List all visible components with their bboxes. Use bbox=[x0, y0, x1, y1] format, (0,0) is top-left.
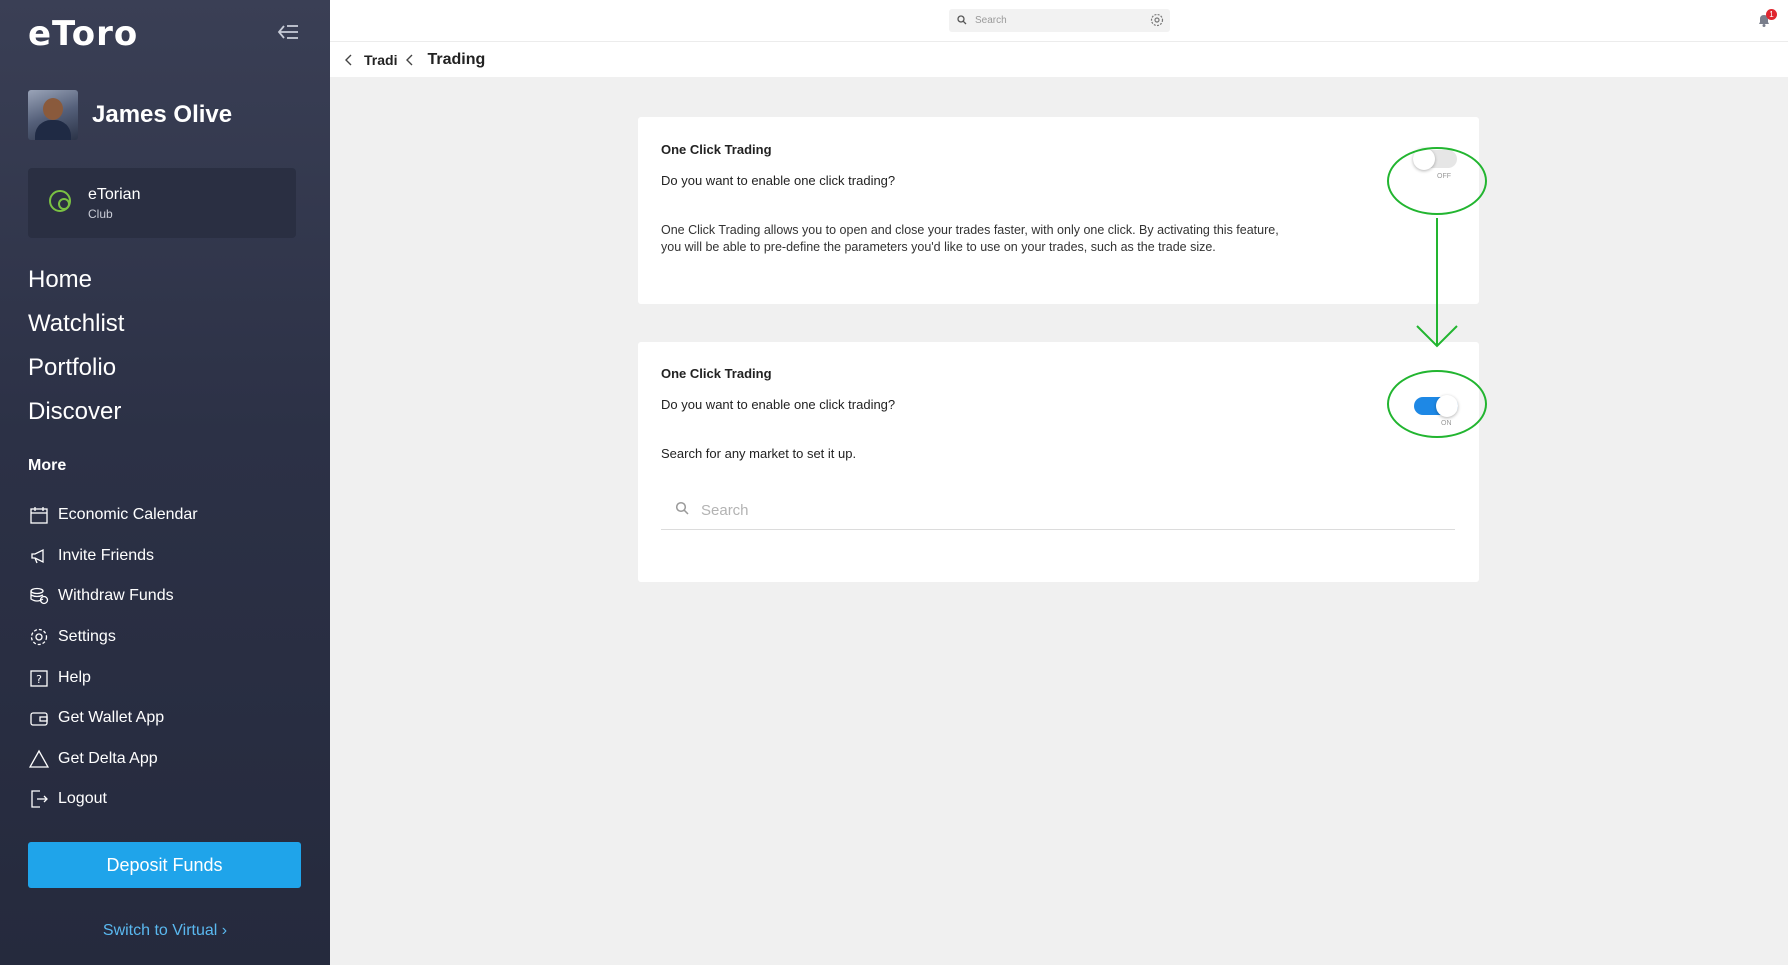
nav-item-portfolio[interactable]: Portfolio bbox=[28, 346, 124, 390]
sidebar-item-get-wallet-app[interactable]: Get Wallet App bbox=[28, 698, 198, 739]
sidebar-item-logout[interactable]: Logout bbox=[28, 779, 198, 820]
annotation-arrowhead-icon bbox=[1416, 325, 1458, 348]
svg-text:?: ? bbox=[36, 673, 42, 686]
notification-badge: 1 bbox=[1766, 9, 1777, 20]
user-name: James Olive bbox=[92, 101, 233, 128]
card-question: Do you want to enable one click trading? bbox=[661, 397, 896, 412]
annotation-circle-on bbox=[1387, 370, 1487, 438]
club-title: eTorian bbox=[88, 185, 141, 203]
market-search-field[interactable] bbox=[661, 492, 1455, 530]
one-click-trading-card-on: One Click Trading Do you want to enable … bbox=[638, 342, 1479, 582]
nav-item-home[interactable]: Home bbox=[28, 258, 124, 302]
sidebar-item-help[interactable]: ? Help bbox=[28, 657, 198, 698]
user-profile[interactable]: James Olive bbox=[28, 90, 232, 140]
back-chevron-icon[interactable] bbox=[342, 53, 356, 67]
switch-to-virtual-link[interactable]: Switch to Virtual › bbox=[0, 922, 330, 940]
card-description: One Click Trading allows you to open and… bbox=[661, 223, 1279, 254]
sidebar-item-label: Invite Friends bbox=[58, 546, 155, 564]
sidebar-item-label: Settings bbox=[58, 628, 116, 646]
search-icon bbox=[957, 12, 967, 30]
card-title: One Click Trading bbox=[661, 142, 772, 157]
search-settings-icon[interactable] bbox=[1150, 13, 1164, 32]
chevron-left-icon bbox=[403, 53, 417, 67]
top-bar: Search 1 bbox=[330, 0, 1788, 42]
card-title: One Click Trading bbox=[661, 366, 772, 381]
nav-item-watchlist[interactable]: Watchlist bbox=[28, 302, 124, 346]
sidebar-item-settings[interactable]: Settings bbox=[28, 617, 198, 658]
collapse-sidebar-icon[interactable] bbox=[276, 20, 302, 44]
club-card[interactable]: eTorian Club bbox=[28, 168, 296, 238]
sidebar-item-label: Economic Calendar bbox=[58, 506, 198, 524]
card-question: Do you want to enable one click trading? bbox=[661, 173, 896, 188]
sidebar-item-label: Withdraw Funds bbox=[58, 587, 174, 605]
top-search-placeholder: Search bbox=[975, 15, 1007, 26]
coins-icon bbox=[28, 585, 50, 607]
sidebar-item-label: Get Wallet App bbox=[58, 709, 165, 727]
gear-icon bbox=[28, 626, 50, 648]
breadcrumb: Tradi Trading bbox=[330, 42, 1788, 77]
club-subtitle: Club bbox=[88, 206, 113, 221]
breadcrumb-prev[interactable]: Tradi bbox=[364, 52, 397, 68]
search-icon bbox=[675, 501, 689, 520]
main-nav: Home Watchlist Portfolio Discover bbox=[28, 258, 124, 434]
deposit-funds-button[interactable]: Deposit Funds bbox=[28, 842, 301, 888]
club-logo-icon bbox=[46, 187, 74, 220]
more-nav: Economic Calendar Invite Friends Withdra… bbox=[28, 495, 198, 820]
sidebar-item-label: Logout bbox=[58, 790, 107, 808]
sidebar: eToro James Olive eTorian Club Home Watc… bbox=[0, 0, 330, 965]
page-title: Trading bbox=[427, 50, 486, 68]
annotation-circle-off bbox=[1387, 147, 1487, 215]
logout-icon bbox=[28, 788, 50, 810]
sidebar-item-economic-calendar[interactable]: Economic Calendar bbox=[28, 495, 198, 536]
notifications-button[interactable]: 1 bbox=[1756, 9, 1777, 28]
help-icon: ? bbox=[28, 667, 50, 689]
sidebar-item-label: Get Delta App bbox=[58, 749, 158, 767]
sidebar-item-withdraw-funds[interactable]: Withdraw Funds bbox=[28, 576, 198, 617]
delta-icon bbox=[28, 748, 50, 770]
top-search-bar[interactable]: Search bbox=[949, 9, 1170, 32]
wallet-icon bbox=[28, 707, 50, 729]
more-section-title: More bbox=[28, 457, 67, 474]
etoro-logo[interactable]: eToro bbox=[28, 14, 138, 54]
nav-item-discover[interactable]: Discover bbox=[28, 390, 124, 434]
card-hint: Search for any market to set it up. bbox=[661, 446, 857, 461]
market-search-input[interactable] bbox=[701, 502, 1401, 519]
sidebar-item-label: Help bbox=[58, 668, 91, 686]
calendar-icon bbox=[28, 504, 50, 526]
one-click-trading-card-off: One Click Trading Do you want to enable … bbox=[638, 117, 1479, 304]
sidebar-item-get-delta-app[interactable]: Get Delta App bbox=[28, 739, 198, 780]
avatar bbox=[28, 90, 78, 140]
sidebar-item-invite-friends[interactable]: Invite Friends bbox=[28, 536, 198, 577]
megaphone-icon bbox=[28, 545, 50, 567]
